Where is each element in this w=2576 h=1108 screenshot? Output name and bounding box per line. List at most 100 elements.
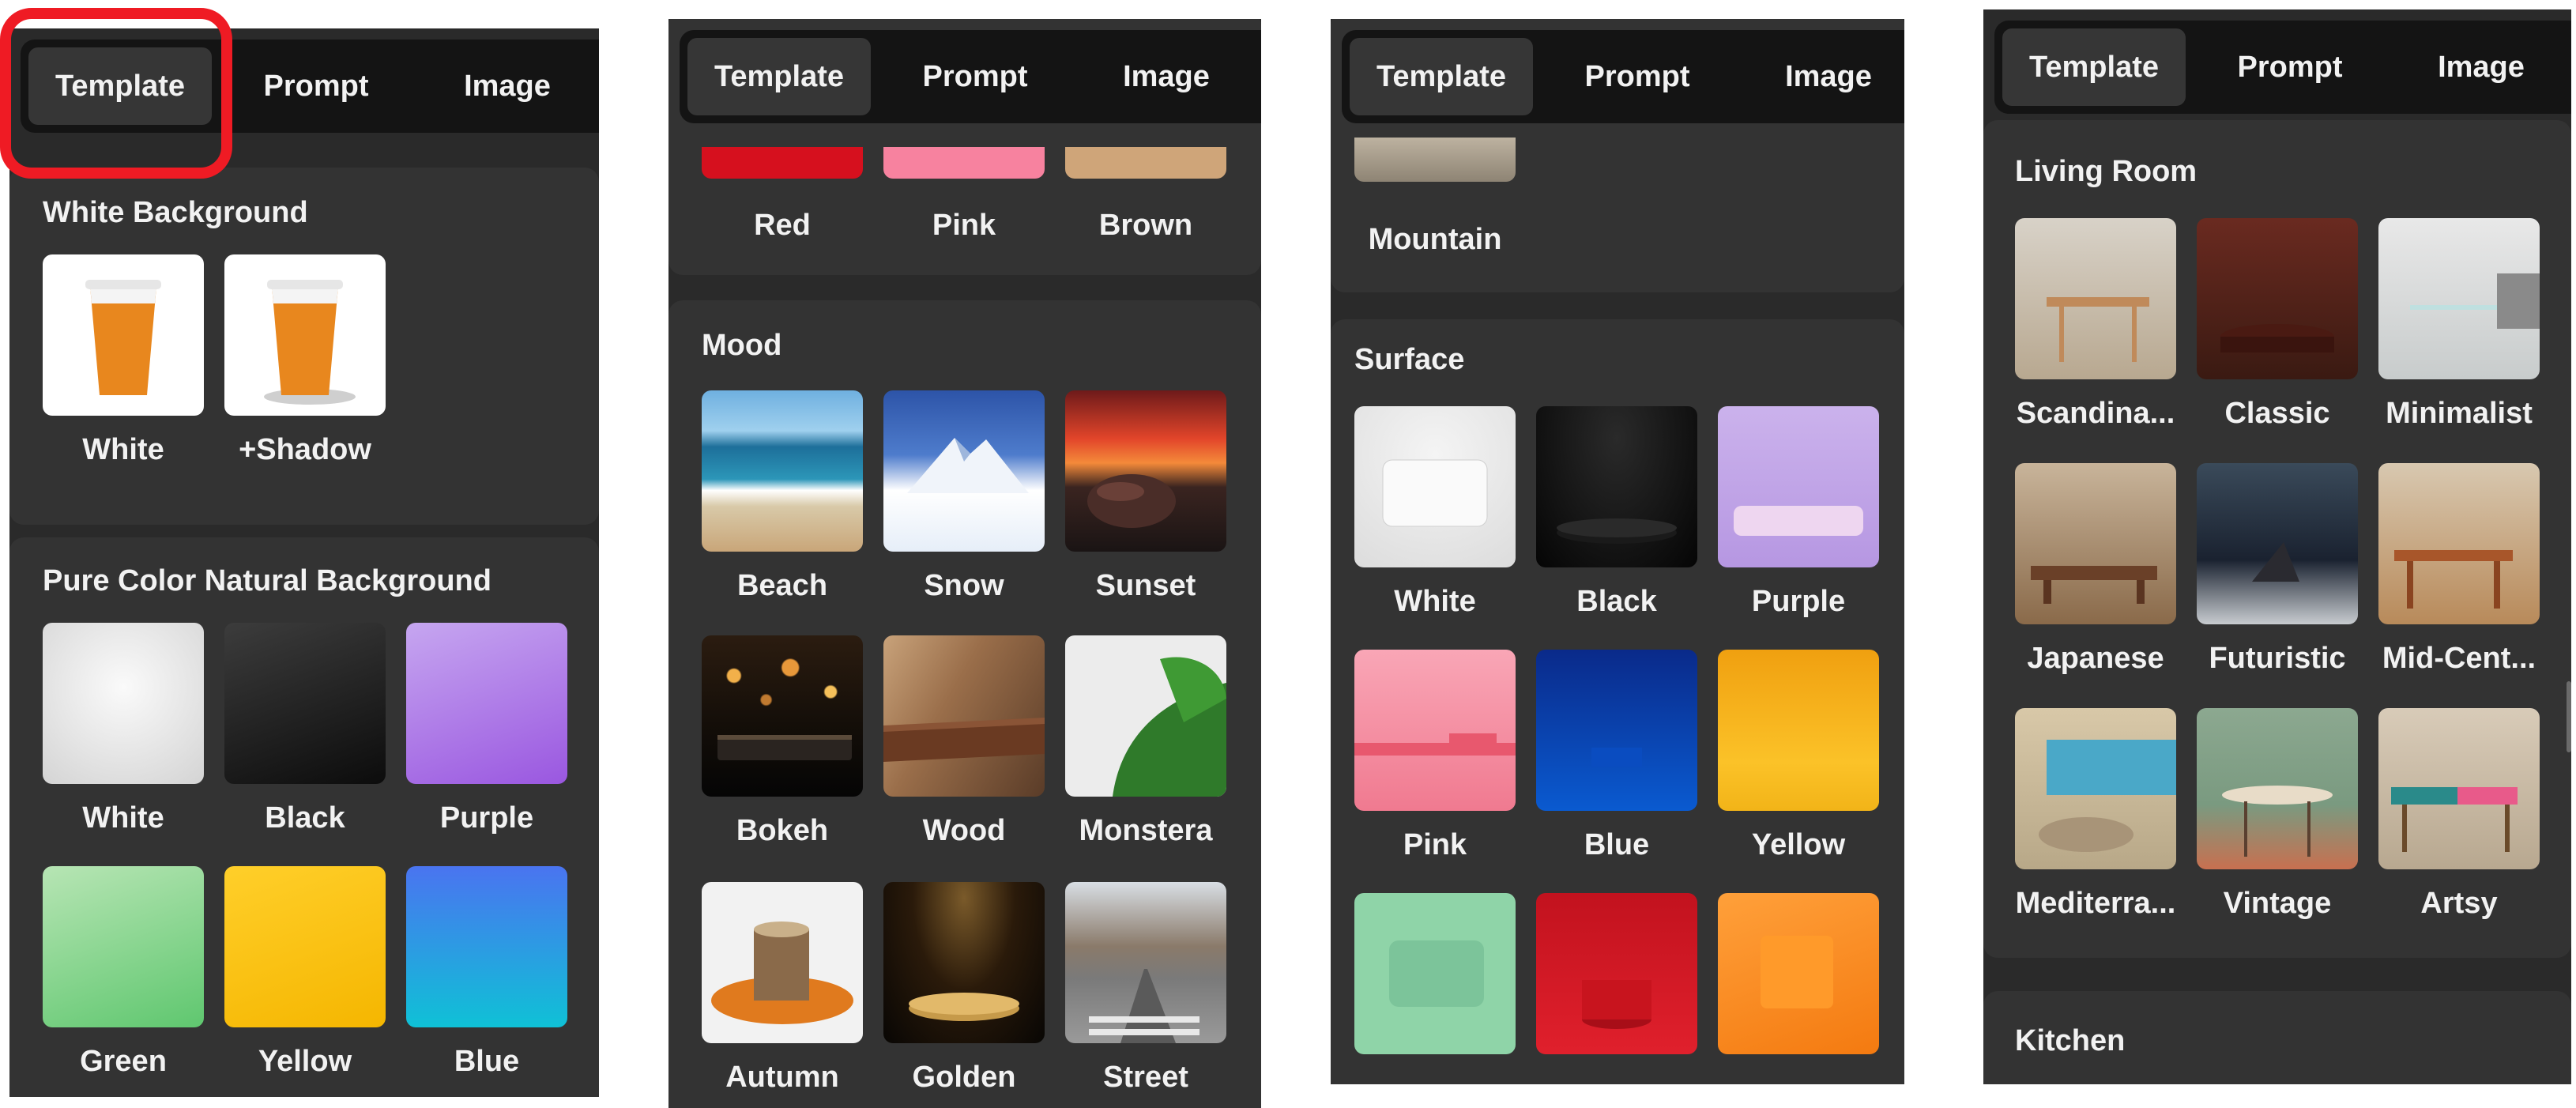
room-futuristic[interactable]: Futuristic [2197,463,2358,675]
template-white[interactable]: White [43,254,204,466]
item-label: Mid-Cent... [2382,642,2536,675]
pink-surface [1354,650,1516,811]
tab-bar: Template Prompt Image [1342,30,1904,123]
surface-pink[interactable]: Pink [1354,650,1516,861]
pure-black[interactable]: Black [224,623,386,835]
japanese-image [2015,463,2176,624]
artsy-image [2378,708,2540,869]
room-classic[interactable]: Classic [2197,218,2358,430]
item-label: White [82,801,164,835]
pure-white[interactable]: White [43,623,204,835]
item-label: Classic [2224,397,2330,430]
surface-purple[interactable]: Purple [1718,406,1879,618]
item-label: Futuristic [2209,642,2346,675]
street-image [1065,882,1226,1043]
tab-bar: Template Prompt Image [1994,21,2571,114]
template-shadow[interactable]: +Shadow [224,254,386,466]
vintage-image [2197,708,2358,869]
pure-green[interactable]: Green [43,866,204,1078]
bokeh-image [702,635,863,797]
tab-template[interactable]: Template [2002,28,2186,106]
room-minimalist[interactable]: Minimalist [2378,218,2540,430]
item-label: Beach [736,569,828,602]
tab-image[interactable]: Image [416,47,599,125]
pure-yellow[interactable]: Yellow [224,866,386,1078]
mood-wood[interactable]: Wood [883,635,1045,847]
surface-red[interactable] [1536,893,1697,1054]
template-tab-highlight [0,8,232,179]
white-swatch [43,623,204,784]
item-label: Wood [922,814,1006,847]
pure-purple[interactable]: Purple [406,623,567,835]
section-title: Kitchen [2015,1024,2126,1057]
mood-monstera[interactable]: Monstera [1065,635,1226,847]
green-swatch [43,866,204,1027]
item-label: Artsy [2420,887,2498,920]
tab-template[interactable]: Template [687,38,871,115]
room-scandinavian[interactable]: Scandina... [2015,218,2176,430]
surface-black[interactable]: Black [1536,406,1697,618]
surface-orange[interactable] [1718,893,1879,1054]
room-vintage[interactable]: Vintage [2197,708,2358,920]
tab-prompt[interactable]: Prompt [224,47,408,125]
item-label: Red [754,209,811,242]
item-label: +Shadow [239,433,371,466]
red-surface [1536,893,1697,1054]
futuristic-image [2197,463,2358,624]
cup-thumbnail [43,254,204,416]
mountain-image [1354,138,1516,182]
item-label: Monstera [1079,814,1213,847]
item-label: Minimalist [2386,397,2533,430]
template-panel-2: Red Pink Brown Mood Beach Snow Sunset Bo… [668,19,1261,1108]
surface-yellow[interactable]: Yellow [1718,650,1879,861]
sunset-image [1065,390,1226,552]
scrollbar[interactable] [2567,681,2571,752]
item-label: Blue [454,1045,520,1078]
blue-surface [1536,650,1697,811]
room-mediterranean[interactable]: Mediterra... [2015,708,2176,920]
surface-white[interactable]: White [1354,406,1516,618]
room-artsy[interactable]: Artsy [2378,708,2540,920]
brown-swatch [1065,147,1226,179]
pure-blue[interactable]: Blue [406,866,567,1078]
mood-card: Mood Beach Snow Sunset Bokeh Wood Monste… [668,300,1261,1108]
item-label: Black [265,801,345,835]
item-label: Street [1103,1061,1188,1094]
item-label: Vintage [2223,887,2332,920]
room-mid-century[interactable]: Mid-Cent... [2378,463,2540,675]
mood-golden[interactable]: Golden [883,882,1045,1094]
item-label: Purple [1751,585,1846,618]
purple-surface [1718,406,1879,567]
tab-prompt[interactable]: Prompt [2198,28,2382,106]
pure-color-card: Pure Color Natural Background White Blac… [9,537,599,1097]
item-label: Blue [1584,828,1650,861]
tab-template[interactable]: Template [1350,38,1533,115]
tab-image[interactable]: Image [2390,28,2571,106]
section-title: Living Room [2015,155,2198,188]
template-panel-1: White Background White +Shadow Pure Colo… [9,28,599,1097]
mood-street[interactable]: Street [1065,882,1226,1094]
black-swatch [224,623,386,784]
item-label: Japanese [2027,642,2164,675]
item-label: Bokeh [736,814,829,847]
mood-autumn[interactable]: Autumn [702,882,863,1094]
mood-beach[interactable]: Beach [702,390,863,602]
black-surface [1536,406,1697,567]
template-panel-3: Mountain Surface White Black Purple Pink… [1331,19,1904,1084]
mood-bokeh[interactable]: Bokeh [702,635,863,847]
tab-image[interactable]: Image [1737,38,1904,115]
golden-image [883,882,1045,1043]
surface-blue[interactable]: Blue [1536,650,1697,861]
mood-snow[interactable]: Snow [883,390,1045,602]
pink-swatch [883,147,1045,179]
tab-prompt[interactable]: Prompt [1546,38,1729,115]
mid-century-image [2378,463,2540,624]
mood-sunset[interactable]: Sunset [1065,390,1226,602]
tab-image[interactable]: Image [1075,38,1258,115]
surface-green[interactable] [1354,893,1516,1054]
item-label: Yellow [1751,828,1846,861]
item-label: White [82,433,164,466]
tab-prompt[interactable]: Prompt [883,38,1067,115]
orange-surface [1718,893,1879,1054]
room-japanese[interactable]: Japanese [2015,463,2176,675]
